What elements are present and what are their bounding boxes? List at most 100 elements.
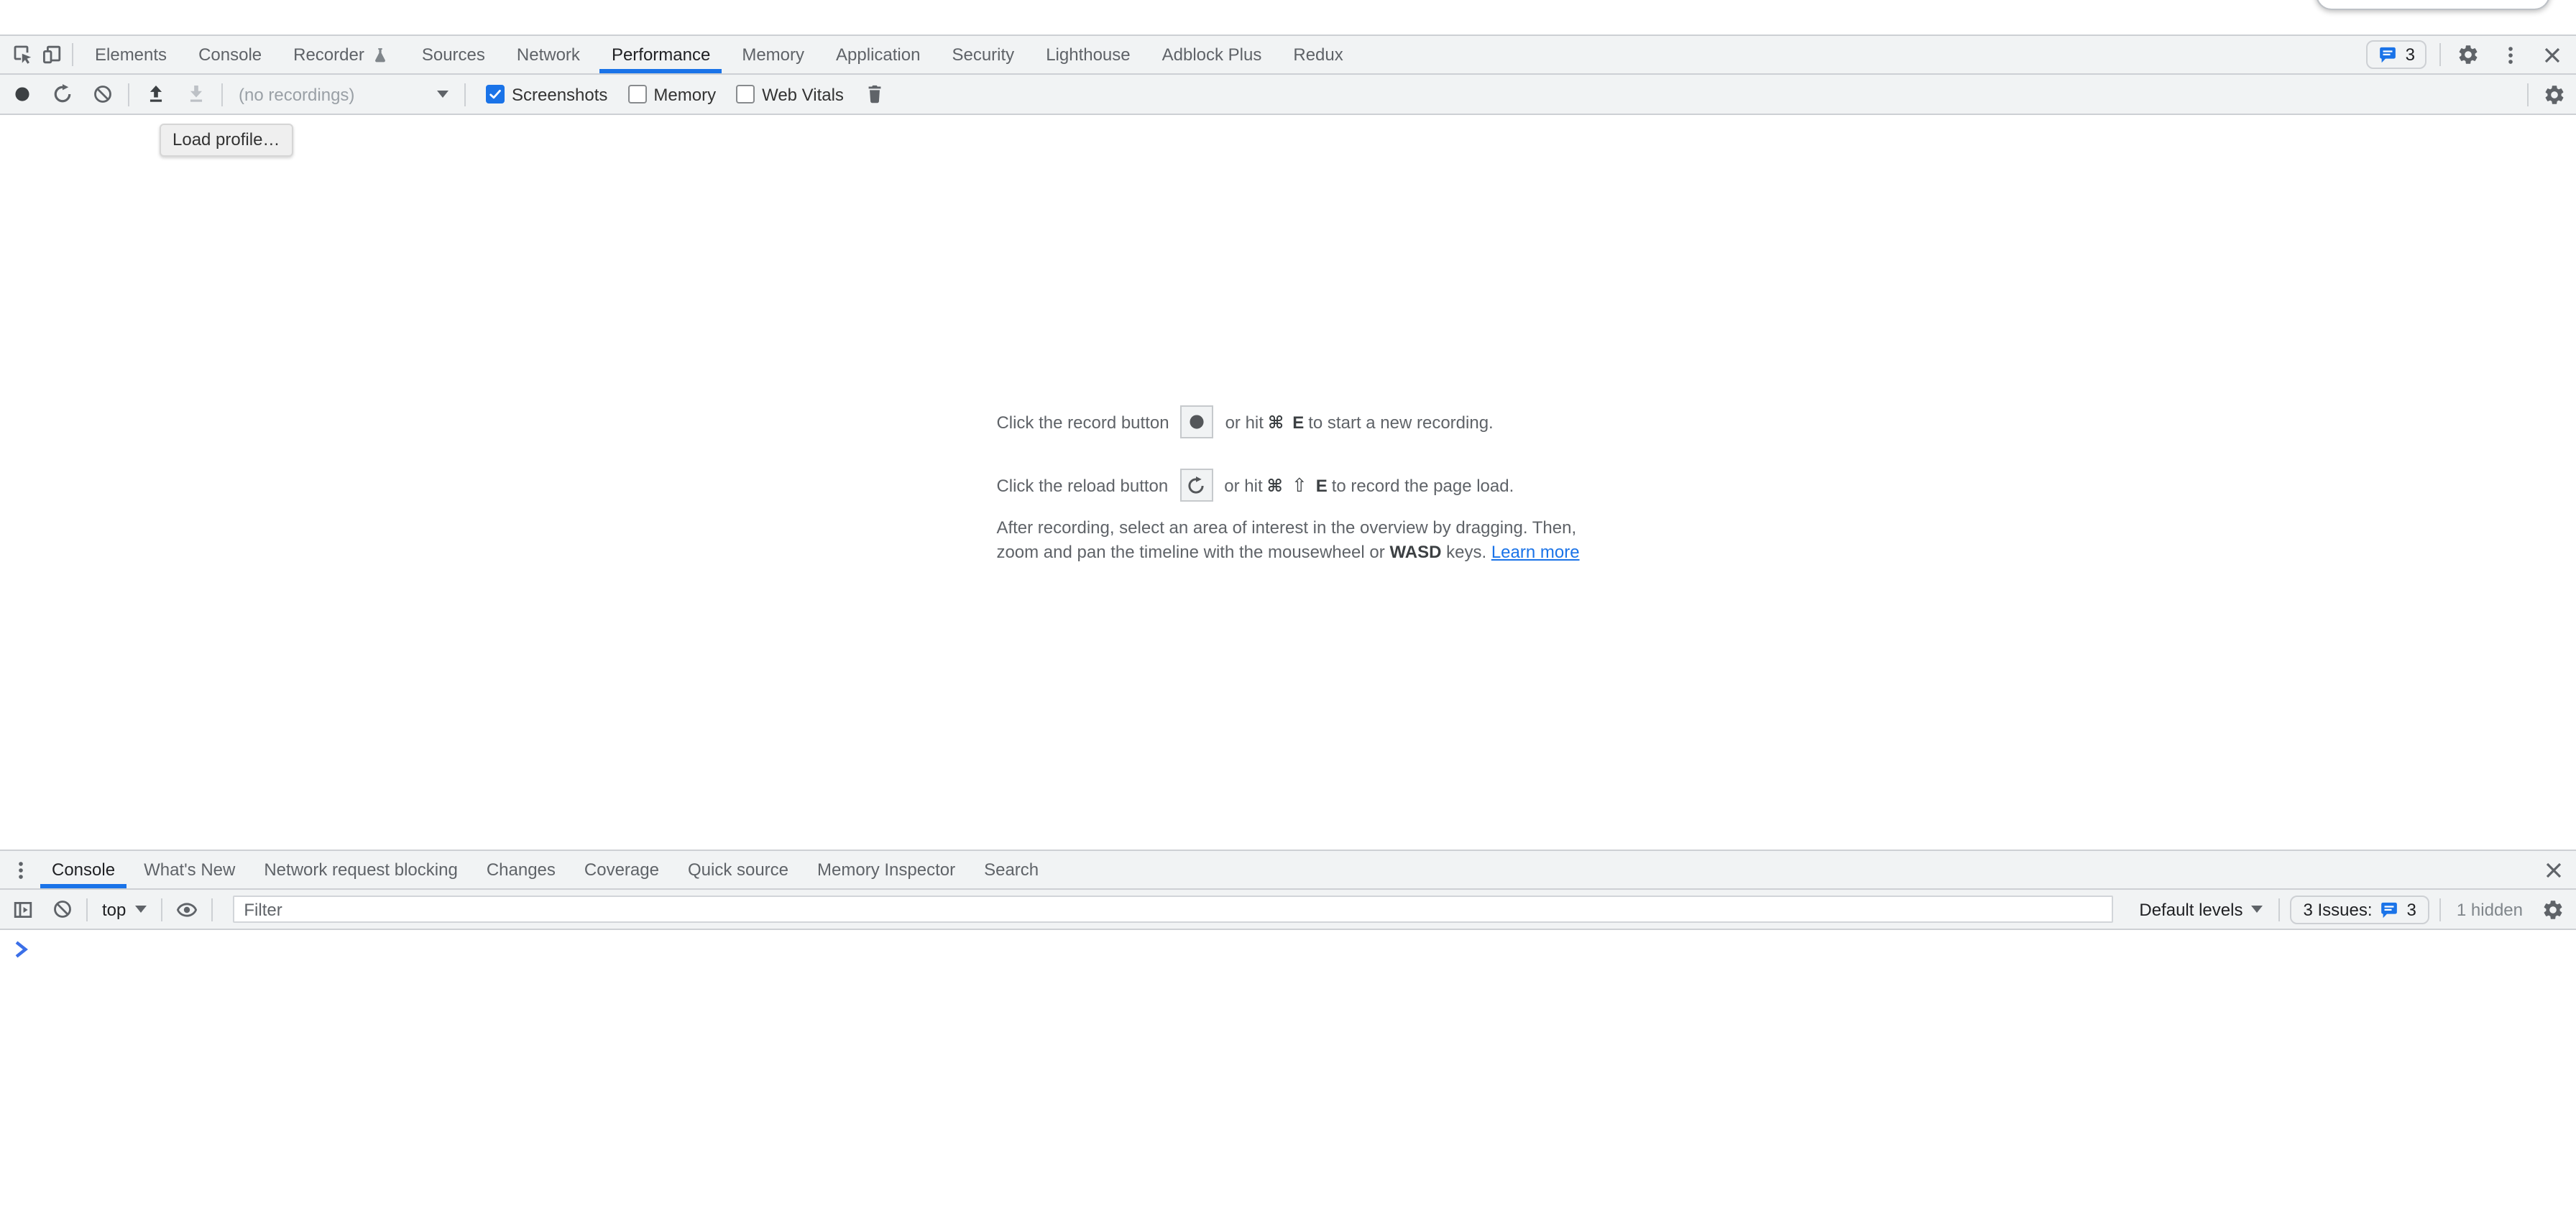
divider: [2439, 898, 2441, 921]
shift-key: ⇧: [1292, 474, 1307, 497]
tab-label: Security: [952, 45, 1014, 65]
tab-label: Console: [52, 860, 115, 880]
e-key: E: [1292, 412, 1304, 432]
load-profile-button[interactable]: [141, 80, 170, 109]
tab-recorder[interactable]: Recorder: [282, 36, 402, 73]
divider: [160, 898, 162, 921]
close-devtools-button[interactable]: [2537, 40, 2566, 69]
drawer-tab-console[interactable]: Console: [40, 851, 126, 888]
console-messages-pane[interactable]: [0, 930, 2576, 1206]
tab-performance[interactable]: Performance: [600, 36, 722, 73]
drawer-tab-memory-inspector[interactable]: Memory Inspector: [806, 851, 967, 888]
recordings-dropdown[interactable]: (no recordings): [234, 84, 453, 104]
tab-label: Search: [984, 860, 1039, 880]
reload-instruction-row: Click the reload button or hit ⌘ ⇧ E to …: [996, 469, 1579, 502]
instruction-text: to start a new recording.: [1308, 412, 1493, 432]
console-filter-input[interactable]: [232, 896, 2113, 923]
cmd-key: ⌘: [1267, 475, 1283, 495]
divider: [464, 83, 466, 106]
drawer-tab-search[interactable]: Search: [972, 851, 1050, 888]
tab-label: Coverage: [584, 860, 659, 880]
learn-more-link[interactable]: Learn more: [1491, 542, 1580, 562]
clear-console-button[interactable]: [47, 895, 76, 924]
tab-memory[interactable]: Memory: [730, 36, 816, 73]
log-levels-dropdown[interactable]: Default levels: [2133, 899, 2268, 919]
tab-sources[interactable]: Sources: [410, 36, 497, 73]
load-profile-tooltip: Load profile…: [160, 124, 293, 157]
hidden-messages-label: 1 hidden: [2451, 899, 2529, 919]
web-vitals-checkbox-group[interactable]: Web Vitals: [736, 84, 844, 104]
issues-counter-button[interactable]: 3: [2367, 40, 2426, 69]
issues-label: 3 Issues:: [2303, 899, 2372, 919]
memory-checkbox-group[interactable]: Memory: [627, 84, 716, 104]
hint-text: zoom and pan the timeline with the mouse…: [996, 542, 1389, 562]
close-drawer-button[interactable]: [2539, 855, 2567, 884]
tab-label: Adblock Plus: [1162, 45, 1262, 65]
screenshots-checkbox-group[interactable]: Screenshots: [486, 84, 607, 104]
tab-label: Recorder: [293, 45, 364, 65]
inspect-element-button[interactable]: [9, 40, 37, 69]
device-toolbar-button[interactable]: [37, 40, 66, 69]
drawer-tab-whats-new[interactable]: What's New: [132, 851, 247, 888]
divider: [221, 83, 223, 106]
record-button[interactable]: [7, 80, 36, 109]
capture-settings-gear-button[interactable]: [2540, 80, 2569, 109]
drawer-tab-network-request-blocking[interactable]: Network request blocking: [252, 851, 469, 888]
javascript-context-dropdown[interactable]: top: [98, 899, 150, 919]
drawer: Console What's New Network request block…: [0, 850, 2576, 1206]
checkbox-label: Screenshots: [512, 84, 607, 104]
record-button-illustration[interactable]: [1181, 405, 1214, 438]
tab-application[interactable]: Application: [824, 36, 932, 73]
tab-label: Memory Inspector: [817, 860, 955, 880]
screenshots-checkbox[interactable]: [486, 85, 505, 103]
recordings-dropdown-label: (no recordings): [239, 84, 354, 104]
devtools-tabbar: Elements Console Recorder Sources Networ…: [0, 34, 2576, 75]
tab-label: Quick source: [688, 860, 788, 880]
memory-checkbox[interactable]: [627, 85, 646, 103]
tab-label: Application: [836, 45, 920, 65]
web-vitals-checkbox[interactable]: [736, 85, 755, 103]
instruction-text: to record the page load.: [1332, 475, 1514, 495]
usage-hint-paragraph: After recording, select an area of inter…: [996, 516, 1579, 565]
divider: [86, 898, 88, 921]
chevron-down-icon: [437, 91, 448, 98]
save-profile-button[interactable]: [181, 80, 210, 109]
console-sidebar-toggle-button[interactable]: [9, 895, 37, 924]
live-expression-eye-button[interactable]: [172, 895, 201, 924]
issues-count: 3: [2406, 45, 2415, 65]
settings-gear-button[interactable]: [2454, 40, 2483, 69]
clear-recording-button[interactable]: [88, 80, 116, 109]
levels-label: Default levels: [2139, 899, 2242, 919]
landing-instructions: Click the record button or hit ⌘ E to st…: [996, 115, 1579, 565]
divider: [2527, 83, 2529, 106]
chevron-down-icon: [134, 906, 146, 913]
reload-and-record-button[interactable]: [47, 80, 76, 109]
tab-redux[interactable]: Redux: [1282, 36, 1354, 73]
tab-elements[interactable]: Elements: [83, 36, 178, 73]
instruction-text: Click the reload button: [996, 475, 1168, 495]
drawer-tab-quick-source[interactable]: Quick source: [676, 851, 800, 888]
tab-security[interactable]: Security: [940, 36, 1026, 73]
tab-label: Redux: [1293, 45, 1343, 65]
divider: [2278, 898, 2280, 921]
console-settings-gear-button[interactable]: [2539, 895, 2567, 924]
drawer-menu-kebab-button[interactable]: [6, 855, 34, 884]
garbage-collect-trash-button[interactable]: [861, 80, 890, 109]
issues-bubble-icon: [2378, 45, 2398, 65]
tab-lighthouse[interactable]: Lighthouse: [1034, 36, 1141, 73]
tabbar-right-controls: 3: [2367, 40, 2570, 69]
more-options-kebab-button[interactable]: [2496, 40, 2524, 69]
drawer-tab-changes[interactable]: Changes: [475, 851, 567, 888]
tab-network[interactable]: Network: [505, 36, 592, 73]
devtools-window: Elements Console Recorder Sources Networ…: [0, 0, 2576, 1206]
tab-console[interactable]: Console: [187, 36, 273, 73]
console-prompt-chevron-icon: [14, 940, 2576, 959]
divider: [128, 83, 129, 106]
reload-button-illustration[interactable]: [1179, 469, 1213, 502]
drawer-tab-coverage[interactable]: Coverage: [573, 851, 671, 888]
chevron-down-icon: [2251, 906, 2263, 913]
issues-count: 3: [2407, 899, 2416, 919]
console-issues-button[interactable]: 3 Issues: 3: [2290, 895, 2429, 924]
hint-line-2: zoom and pan the timeline with the mouse…: [996, 540, 1579, 565]
tab-adblock-plus[interactable]: Adblock Plus: [1151, 36, 1274, 73]
